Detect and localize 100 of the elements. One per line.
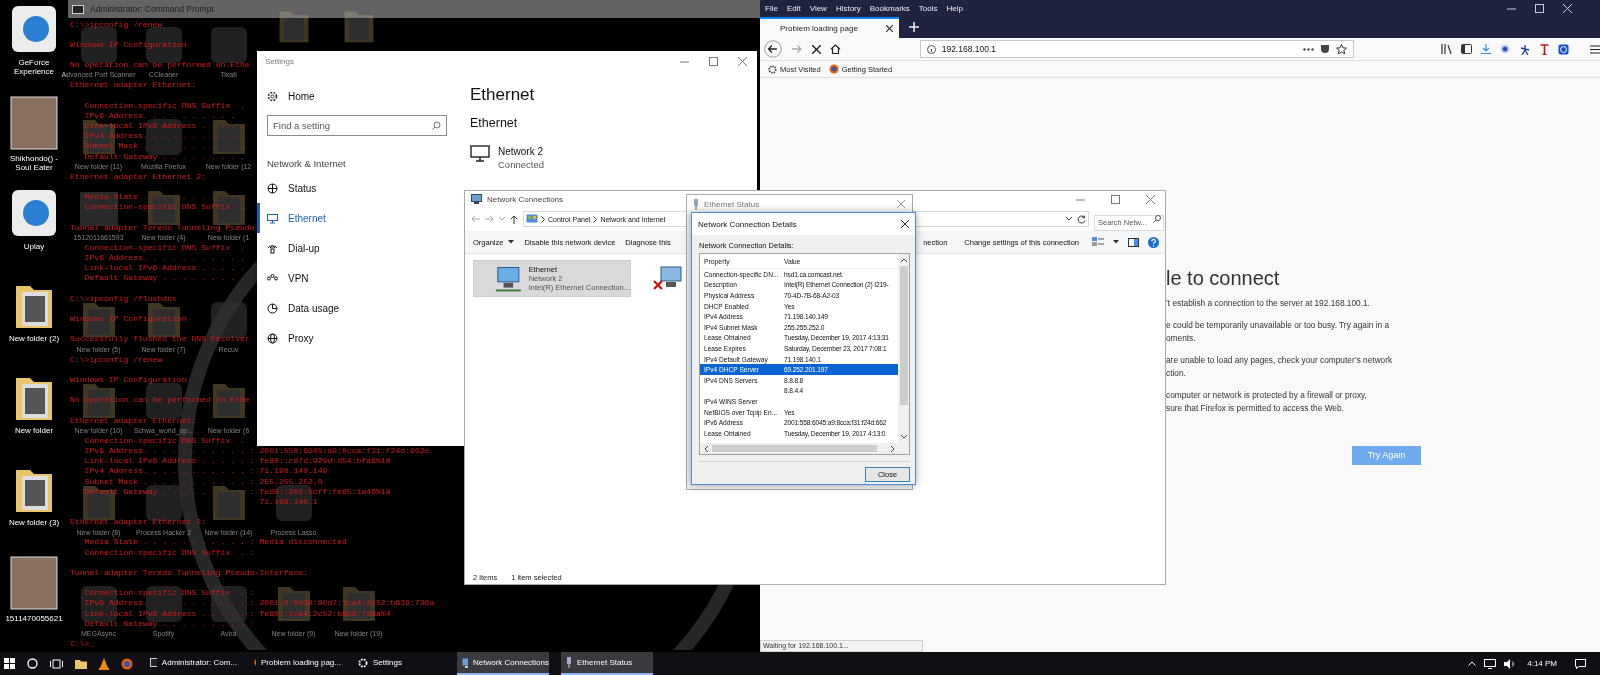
network-name[interactable]: Network 2: [498, 145, 544, 158]
console-line: Connection-specific DNS Suffix .: [84, 202, 245, 213]
taskbar-window-button[interactable]: Settings: [353, 652, 445, 675]
nav-item[interactable]: VPN: [267, 263, 447, 293]
console-line: Connection-specific DNS Suffix . :: [84, 547, 255, 558]
clock-icon[interactable]: [1558, 43, 1569, 55]
horizontal-scrollbar[interactable]: [700, 443, 909, 454]
folder-icon[interactable]: [75, 658, 87, 669]
desktop-icon-label[interactable]: New folder (3): [5, 518, 63, 527]
menu-item[interactable]: Edit: [786, 4, 801, 13]
caret-icon: [508, 240, 515, 244]
scrollbar-thumb[interactable]: [899, 266, 908, 405]
windows-logo-icon[interactable]: [4, 658, 15, 669]
caret-icon[interactable]: [1113, 240, 1119, 244]
settings-icon: [267, 90, 278, 102]
notification-icon[interactable]: [1575, 658, 1586, 669]
menu-item[interactable]: History: [835, 4, 861, 13]
traffic-cone-icon[interactable]: [99, 657, 109, 670]
help-icon[interactable]: [1148, 236, 1159, 248]
desktop-icon-label[interactable]: Uplay: [5, 242, 63, 251]
search-icon[interactable]: [27, 658, 38, 669]
taskbar-window-button[interactable]: Administrator: Com...: [145, 652, 237, 675]
network-icon[interactable]: [1484, 658, 1497, 669]
menu-item[interactable]: File: [765, 4, 778, 13]
clock-time[interactable]: 4:14 PM: [1527, 659, 1557, 668]
address-field[interactable]: 192.168.100.1: [919, 40, 1354, 58]
close-icon[interactable]: [901, 220, 909, 228]
console-line: Default Gateway . . . . . . . . .: [84, 151, 245, 162]
nav-item[interactable]: Ethernet: [257, 203, 457, 233]
browser-tab[interactable]: Problem loading page: [760, 17, 899, 38]
console-line: Link-local IPv6 Address . . . . . : fe80::1ca4:2c52:b839:736a%4: [84, 608, 391, 619]
refresh-icon[interactable]: [1077, 214, 1086, 224]
menu-item[interactable]: Tools: [918, 4, 938, 13]
taskbar-window-button[interactable]: Ethernet Status: [561, 652, 653, 675]
console-line: Default Gateway . . . . . . . . .: [84, 273, 245, 284]
desktop-icon-label[interactable]: Shikhondo() - Soul Eater: [5, 154, 63, 172]
view-options-icon[interactable]: [1092, 237, 1104, 247]
network-icon: [462, 657, 468, 668]
preview-pane-icon[interactable]: [1128, 237, 1139, 247]
vertical-scrollbar[interactable]: [898, 254, 909, 443]
target-icon[interactable]: [1500, 44, 1510, 54]
console-line: Subnet Mask . . . . . . . . . . .: [84, 141, 245, 152]
figure-icon[interactable]: [1519, 43, 1531, 55]
console-line: C:\>ipconfig /renew: [70, 354, 163, 365]
nav-item[interactable]: Status: [267, 173, 447, 203]
maximize-icon[interactable]: [1535, 4, 1544, 13]
new-tab-icon[interactable]: [909, 22, 919, 32]
error-message-line: are unable to load any pages, check your computer’s network: [1166, 353, 1393, 367]
close-icon[interactable]: [886, 25, 893, 32]
more-icon[interactable]: [1303, 47, 1314, 51]
console-line: No operation can be performed on Ethe: [70, 60, 250, 71]
error-message-line: oments.: [1166, 332, 1196, 345]
console-line: Link-local IPv6 Address . . . . .: [84, 121, 245, 132]
window-title: Network Connections: [487, 194, 565, 204]
home-icon[interactable]: [829, 44, 841, 54]
caret-icon[interactable]: [1066, 217, 1072, 221]
speaker-icon[interactable]: [1504, 658, 1516, 669]
menu-item[interactable]: View: [809, 4, 827, 13]
network-status: Connected: [498, 158, 544, 171]
desktop-icon-label[interactable]: GeForce Experience: [5, 58, 63, 76]
menu-icon[interactable]: [1590, 44, 1600, 54]
back-icon[interactable]: [764, 40, 782, 58]
nav-item[interactable]: Data usage: [267, 293, 447, 323]
search-field[interactable]: Find a setting: [267, 115, 447, 136]
star-icon[interactable]: [1336, 43, 1347, 55]
stop-icon[interactable]: [811, 44, 821, 54]
vpn-icon: [267, 272, 278, 284]
serif-letter-icon[interactable]: [1540, 43, 1549, 55]
app-icon[interactable]: [10, 188, 58, 238]
download-icon[interactable]: [1481, 44, 1491, 54]
pie-chart-icon: [267, 302, 278, 314]
dialog-title: Network Connection Details: [698, 219, 797, 229]
home-nav-item[interactable]: Home: [267, 88, 315, 104]
desktop-icon-label[interactable]: 1511470055621: [5, 614, 63, 623]
nav-item[interactable]: Dial-up: [267, 233, 447, 263]
desktop-icon-label[interactable]: New folder (2): [5, 334, 63, 343]
maximize-icon[interactable]: [709, 56, 718, 66]
app-icon[interactable]: [10, 4, 58, 54]
up-icon[interactable]: [510, 214, 518, 224]
console-line: Link-local IPv6 Address . . . . . : fe80::c07d:929d:d54:bfa6%18: [84, 456, 391, 467]
console-line: IPv6 Address. . . . . . . . . .: [84, 110, 236, 122]
menu-item[interactable]: Help: [946, 4, 963, 13]
library-icon[interactable]: [1441, 44, 1452, 54]
console-line: Windows IP Configuration: [70, 374, 187, 386]
shield-icon[interactable]: [1320, 44, 1330, 54]
taskbar-window-button[interactable]: Network Connections: [457, 652, 549, 675]
task-view-icon[interactable]: [50, 658, 63, 669]
error-message-line: sure that Firefox is permitted to access the Web.: [1166, 402, 1344, 415]
chevron-icon: [593, 215, 598, 223]
menu-item[interactable]: Bookmarks: [869, 4, 910, 13]
scrollbar-thumb[interactable]: [712, 445, 877, 452]
info-icon[interactable]: [926, 44, 936, 54]
chevron-up-icon[interactable]: [1468, 661, 1477, 666]
desktop-icon-label[interactable]: New folder: [5, 426, 63, 435]
sidebar-icon[interactable]: [1461, 44, 1472, 54]
nav-item[interactable]: Proxy: [267, 323, 447, 353]
error-message-line: computer or network is protected by a firewall or proxy,: [1166, 388, 1367, 402]
maximize-icon[interactable]: [1111, 194, 1120, 204]
console-line: Connection-specific DNS Suffix .: [84, 435, 245, 447]
taskbar-window-button[interactable]: Problem loading pag...: [249, 652, 341, 675]
